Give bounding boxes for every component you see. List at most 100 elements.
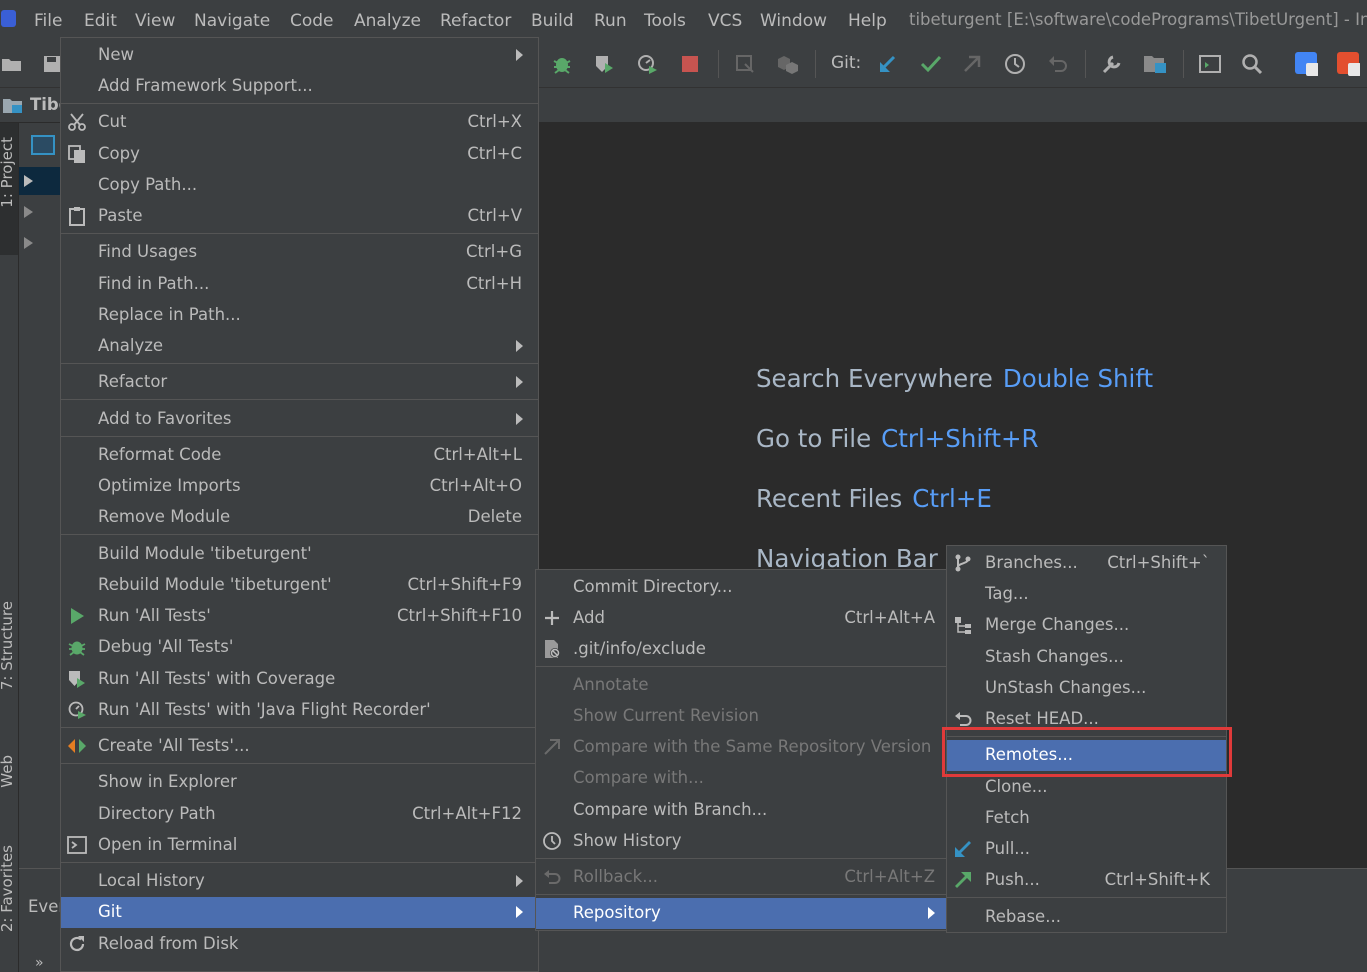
build-artifacts-icon[interactable] bbox=[775, 52, 799, 76]
git-item-annotate[interactable]: Annotate bbox=[536, 670, 947, 701]
menu-item-run-with-flight-recorder[interactable]: Run 'All Tests' with 'Java Flight Record… bbox=[61, 695, 538, 726]
repo-item-stash-changes[interactable]: Stash Changes... bbox=[947, 642, 1226, 673]
menu-code[interactable]: Code bbox=[290, 11, 334, 31]
git-item-compare-same-repo-version[interactable]: Compare with the Same Repository Version bbox=[536, 732, 947, 763]
menu-analyze[interactable]: Analyze bbox=[354, 11, 421, 31]
menu-item-new[interactable]: New bbox=[61, 40, 538, 71]
menu-item-open-in-terminal[interactable]: Open in Terminal bbox=[61, 830, 538, 861]
menu-item-replace-in-path[interactable]: Replace in Path... bbox=[61, 300, 538, 331]
copy-icon bbox=[67, 144, 87, 164]
menu-item-git[interactable]: Git bbox=[61, 897, 538, 928]
expand-chevron-icon[interactable]: » bbox=[35, 955, 44, 971]
debug-icon[interactable] bbox=[550, 52, 574, 76]
rollback-icon[interactable] bbox=[1046, 52, 1070, 76]
menu-item-rebuild-module[interactable]: Rebuild Module 'tibeturgent' Ctrl+Shift+F… bbox=[61, 570, 538, 601]
repo-item-reset-head[interactable]: Reset HEAD... bbox=[947, 704, 1226, 735]
menu-item-copy-path[interactable]: Copy Path... bbox=[61, 170, 538, 201]
git-item-exclude[interactable]: .git/info/exclude bbox=[536, 634, 947, 665]
menu-item-build-module[interactable]: Build Module 'tibeturgent' bbox=[61, 539, 538, 570]
plus-icon bbox=[542, 608, 562, 628]
menu-item-cut[interactable]: Cut Ctrl+X bbox=[61, 107, 538, 138]
project-structure-icon[interactable] bbox=[1143, 52, 1167, 76]
menu-navigate[interactable]: Navigate bbox=[194, 11, 270, 31]
menu-item-show-in-explorer[interactable]: Show in Explorer bbox=[61, 767, 538, 798]
project-panel bbox=[19, 123, 64, 868]
branch-icon bbox=[953, 553, 973, 573]
profile-icon[interactable] bbox=[635, 52, 659, 76]
pull-arrow-icon bbox=[953, 839, 973, 859]
window-title: tibeturgent [E:\software\codePrograms\Ti… bbox=[909, 10, 1367, 29]
attach-debugger-icon[interactable] bbox=[733, 52, 757, 76]
tree-row-selected[interactable] bbox=[19, 167, 64, 195]
translate-icon[interactable] bbox=[1294, 52, 1318, 76]
run-with-coverage-icon[interactable] bbox=[592, 52, 616, 76]
menu-view[interactable]: View bbox=[135, 11, 175, 31]
menu-item-create-all-tests[interactable]: Create 'All Tests'... bbox=[61, 731, 538, 762]
menu-item-reformat-code[interactable]: Reformat Code Ctrl+Alt+L bbox=[61, 440, 538, 471]
menu-item-run-with-coverage[interactable]: Run 'All Tests' with Coverage bbox=[61, 664, 538, 695]
menu-item-analyze[interactable]: Analyze bbox=[61, 331, 538, 362]
git-item-show-history[interactable]: Show History bbox=[536, 826, 947, 857]
git-item-commit-directory[interactable]: Commit Directory... bbox=[536, 572, 947, 603]
search-icon[interactable] bbox=[1240, 52, 1264, 76]
menu-file[interactable]: File bbox=[34, 11, 62, 31]
git-item-compare-with-branch[interactable]: Compare with Branch... bbox=[536, 795, 947, 826]
menu-run[interactable]: Run bbox=[594, 11, 627, 31]
repo-item-pull[interactable]: Pull... bbox=[947, 834, 1226, 865]
menu-tools[interactable]: Tools bbox=[644, 11, 686, 31]
menu-help[interactable]: Help bbox=[848, 11, 887, 31]
git-item-add[interactable]: Add Ctrl+Alt+A bbox=[536, 603, 947, 634]
git-item-show-current-revision[interactable]: Show Current Revision bbox=[536, 701, 947, 732]
translate-alt-icon[interactable] bbox=[1336, 52, 1360, 76]
menu-item-find-in-path[interactable]: Find in Path... Ctrl+H bbox=[61, 269, 538, 300]
tab-web[interactable]: Web bbox=[0, 755, 16, 788]
menu-item-add-to-favorites[interactable]: Add to Favorites bbox=[61, 404, 538, 435]
open-folder-icon[interactable] bbox=[0, 52, 24, 76]
expand-arrow-icon[interactable] bbox=[24, 175, 33, 187]
menu-item-debug-all-tests[interactable]: Debug 'All Tests' bbox=[61, 632, 538, 663]
paste-clipboard-icon bbox=[67, 206, 87, 226]
git-update-icon[interactable] bbox=[875, 52, 899, 76]
menu-item-copy[interactable]: Copy Ctrl+C bbox=[61, 139, 538, 170]
repo-item-remotes[interactable]: Remotes... bbox=[947, 740, 1226, 771]
project-view-icon[interactable] bbox=[31, 135, 55, 155]
repo-item-rebase[interactable]: Rebase... bbox=[947, 902, 1226, 933]
menu-build[interactable]: Build bbox=[531, 11, 574, 31]
repo-item-unstash-changes[interactable]: UnStash Changes... bbox=[947, 673, 1226, 704]
git-item-compare-with[interactable]: Compare with... bbox=[536, 763, 947, 794]
tab-project[interactable]: 1: Project bbox=[0, 137, 16, 208]
settings-wrench-icon[interactable] bbox=[1100, 52, 1124, 76]
menu-item-find-usages[interactable]: Find Usages Ctrl+G bbox=[61, 237, 538, 268]
menu-item-paste[interactable]: Paste Ctrl+V bbox=[61, 201, 538, 232]
history-icon[interactable] bbox=[1003, 52, 1027, 76]
expand-arrow-icon[interactable] bbox=[24, 206, 33, 218]
stop-icon[interactable] bbox=[678, 52, 702, 76]
terminal-window-icon[interactable] bbox=[1198, 52, 1222, 76]
menu-window[interactable]: Window bbox=[760, 11, 827, 31]
git-item-rollback[interactable]: Rollback... Ctrl+Alt+Z bbox=[536, 862, 947, 893]
menu-edit[interactable]: Edit bbox=[84, 11, 117, 31]
tab-favorites[interactable]: 2: Favorites bbox=[0, 845, 16, 932]
repo-item-tag[interactable]: Tag... bbox=[947, 579, 1226, 610]
menu-item-optimize-imports[interactable]: Optimize Imports Ctrl+Alt+O bbox=[61, 471, 538, 502]
menu-item-remove-module[interactable]: Remove Module Delete bbox=[61, 502, 538, 533]
menu-refactor[interactable]: Refactor bbox=[440, 11, 511, 31]
tab-structure[interactable]: 7: Structure bbox=[0, 601, 16, 690]
menu-item-local-history[interactable]: Local History bbox=[61, 866, 538, 897]
menu-item-refactor[interactable]: Refactor bbox=[61, 367, 538, 398]
repo-item-merge-changes[interactable]: Merge Changes... bbox=[947, 610, 1226, 641]
menu-item-run-all-tests[interactable]: Run 'All Tests' Ctrl+Shift+F10 bbox=[61, 601, 538, 632]
git-compare-icon[interactable] bbox=[960, 52, 984, 76]
repo-item-push[interactable]: Push... Ctrl+Shift+K bbox=[947, 865, 1226, 896]
git-item-repository[interactable]: Repository bbox=[536, 898, 947, 929]
repo-item-branches[interactable]: Branches... Ctrl+Shift+` bbox=[947, 548, 1226, 579]
menu-item-directory-path[interactable]: Directory Path Ctrl+Alt+F12 bbox=[61, 799, 538, 830]
git-commit-icon[interactable] bbox=[919, 52, 943, 76]
repo-item-clone[interactable]: Clone... bbox=[947, 772, 1226, 803]
expand-arrow-icon[interactable] bbox=[24, 237, 33, 249]
submenu-arrow-icon bbox=[516, 413, 523, 425]
repo-item-fetch[interactable]: Fetch bbox=[947, 803, 1226, 834]
menu-item-add-framework-support[interactable]: Add Framework Support... bbox=[61, 71, 538, 102]
menu-vcs[interactable]: VCS bbox=[708, 11, 742, 31]
menu-item-reload-from-disk[interactable]: Reload from Disk bbox=[61, 929, 538, 960]
